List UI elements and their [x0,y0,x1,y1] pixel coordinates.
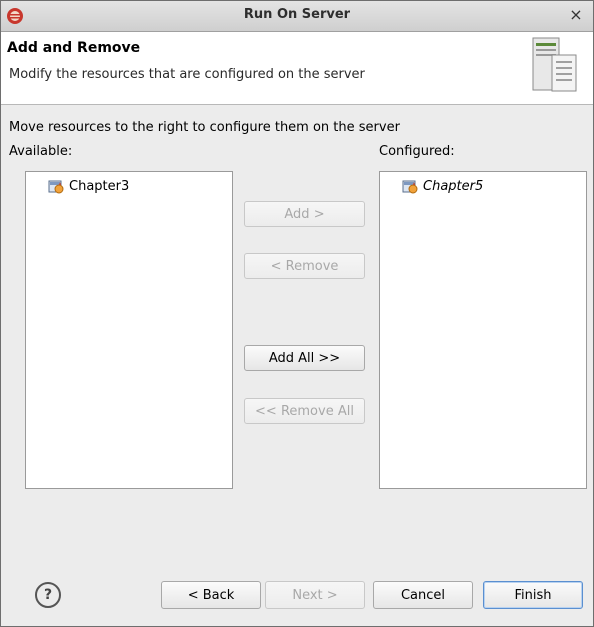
remove-all-button[interactable]: << Remove All [244,398,365,424]
wizard-header: Add and Remove Modify the resources that… [1,32,593,105]
add-button[interactable]: Add > [244,201,365,227]
finish-button[interactable]: Finish [483,581,583,609]
item-label: Chapter5 [423,178,484,194]
back-button[interactable]: < Back [161,581,261,609]
instructions-text: Move resources to the right to configure… [9,120,400,135]
next-button[interactable]: Next > [265,581,365,609]
add-all-button[interactable]: Add All >> [244,345,365,371]
item-label: Chapter3 [69,178,130,194]
web-project-icon [48,180,64,194]
page-title: Add and Remove [7,40,141,56]
close-icon[interactable]: × [567,6,585,24]
remove-button[interactable]: < Remove [244,253,365,279]
dialog-window: Run On Server × Add and Remove Modify th… [0,0,594,627]
available-list[interactable]: Chapter3 [25,171,233,489]
list-item-chapter5[interactable]: Chapter5 [402,177,483,195]
web-project-icon [402,180,418,194]
configured-label: Configured: [379,144,455,159]
title-bar[interactable]: Run On Server × [1,1,593,32]
available-label: Available: [9,144,73,159]
server-icon [532,37,577,92]
cancel-button[interactable]: Cancel [373,581,473,609]
window-title: Run On Server [243,7,351,22]
help-icon[interactable]: ? [35,582,61,608]
configured-list[interactable]: Chapter5 [379,171,587,489]
page-description: Modify the resources that are configured… [9,67,365,82]
list-item-chapter3[interactable]: Chapter3 [48,177,129,195]
